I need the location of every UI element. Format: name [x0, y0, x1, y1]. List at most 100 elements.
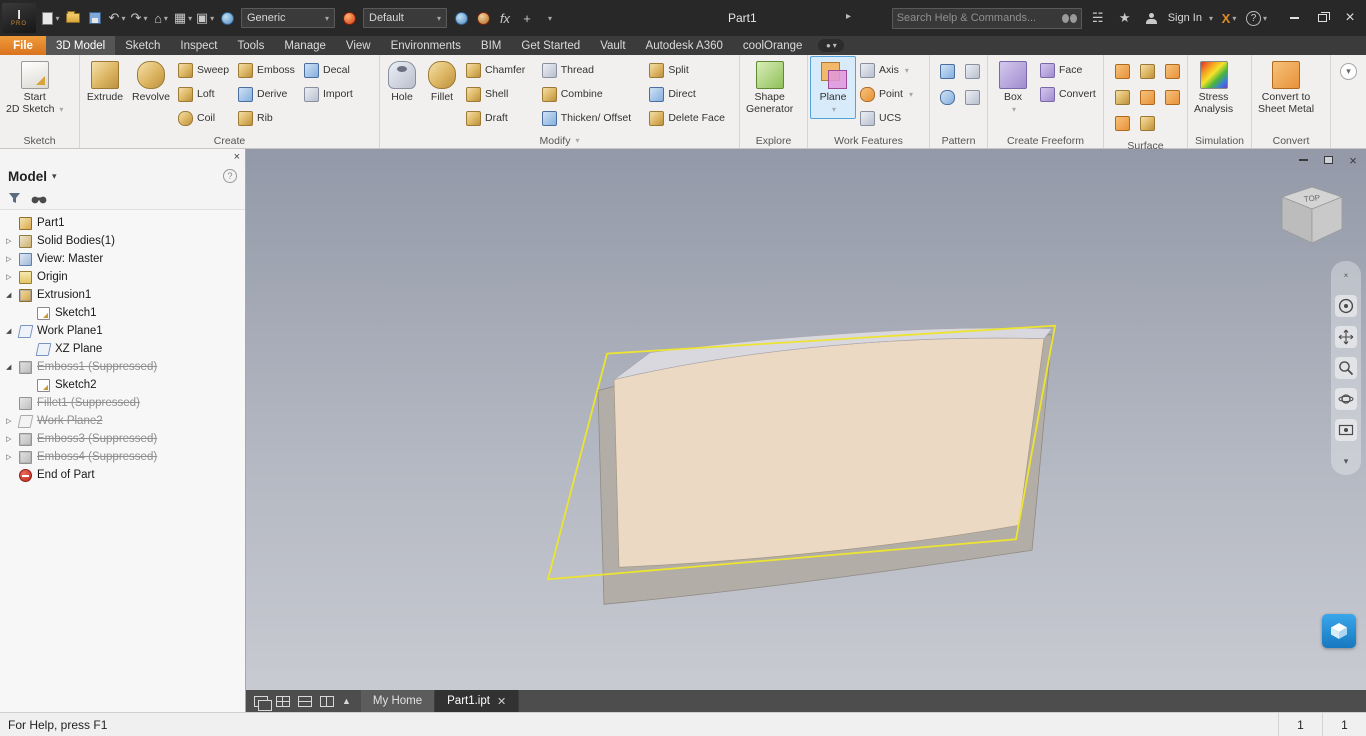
expand-arrow-icon[interactable]: ▷: [6, 435, 19, 443]
collapse-arrow-icon[interactable]: ◢: [6, 291, 19, 299]
close-window-button[interactable]: ×: [1337, 7, 1363, 29]
zoom-doc-button[interactable]: [473, 7, 493, 29]
decal-button[interactable]: Decal: [300, 58, 362, 82]
browser-panel-title[interactable]: Model: [8, 169, 47, 184]
fillet-button[interactable]: Fillet: [422, 56, 462, 106]
hole-button[interactable]: Hole: [382, 56, 422, 106]
navbar-close-button[interactable]: ×: [1335, 264, 1357, 286]
tab-autodesk-a360[interactable]: Autodesk A360: [636, 36, 733, 55]
convert-to-sheet-metal-button[interactable]: Convert to Sheet Metal: [1254, 56, 1318, 118]
appearance-select[interactable]: Default ▾: [363, 8, 447, 28]
freeform-convert-button[interactable]: Convert: [1036, 82, 1100, 106]
tab-inspect[interactable]: Inspect: [170, 36, 227, 55]
surface-tool-button[interactable]: [1114, 90, 1130, 105]
stress-analysis-button[interactable]: Stress Analysis: [1190, 56, 1237, 118]
redo-button[interactable]: ↷ ▾: [129, 7, 149, 29]
tab-tools[interactable]: Tools: [227, 36, 274, 55]
split-button[interactable]: Split: [645, 58, 737, 82]
restore-window-button[interactable]: [1309, 7, 1335, 29]
tree-item-fillet1[interactable]: Fillet1 (Suppressed): [0, 394, 245, 412]
view-cube[interactable]: TOP: [1272, 181, 1352, 261]
start-2d-sketch-button[interactable]: Start 2D Sketch ▾: [2, 56, 67, 119]
chevron-down-icon[interactable]: ▾: [52, 171, 57, 182]
sign-in-label[interactable]: Sign In: [1168, 12, 1202, 24]
delete-face-button[interactable]: Delete Face: [645, 106, 737, 130]
save-button[interactable]: [85, 7, 105, 29]
surface-tool-button[interactable]: [1164, 90, 1180, 105]
emboss-button[interactable]: Emboss: [234, 58, 300, 82]
new-file-button[interactable]: ▾: [41, 7, 61, 29]
group-label-explore[interactable]: Explore: [740, 133, 807, 148]
help-search-box[interactable]: [891, 7, 1082, 29]
appearance-button[interactable]: [339, 7, 359, 29]
collapse-arrow-icon[interactable]: ◢: [6, 327, 19, 335]
surface-tool-button[interactable]: [1114, 64, 1130, 79]
ucs-button[interactable]: UCS: [856, 106, 920, 130]
circular-pattern-button[interactable]: [939, 90, 955, 105]
tree-item-work-plane1[interactable]: ◢ Work Plane1: [0, 322, 245, 340]
restore-document-button[interactable]: [1321, 153, 1335, 167]
browser-close-button[interactable]: ×: [234, 151, 240, 163]
tab-environments[interactable]: Environments: [381, 36, 471, 55]
surface-tool-button[interactable]: [1114, 116, 1130, 131]
add-quick-access-button[interactable]: +: [517, 7, 537, 29]
thread-button[interactable]: Thread: [538, 58, 646, 82]
coil-button[interactable]: Coil: [174, 106, 234, 130]
measure-button[interactable]: ▣ ▾: [195, 7, 215, 29]
tree-item-solid-bodies[interactable]: ▷ Solid Bodies(1): [0, 232, 245, 250]
shell-button[interactable]: Shell: [462, 82, 538, 106]
revolve-button[interactable]: Revolve: [128, 56, 174, 106]
group-label-sketch[interactable]: Sketch: [0, 133, 79, 148]
group-label-pattern[interactable]: Pattern: [930, 133, 987, 148]
sign-in-button[interactable]: [1142, 7, 1162, 29]
draft-button[interactable]: Draft: [462, 106, 538, 130]
tile-windows-icon[interactable]: [276, 695, 290, 707]
look-at-button[interactable]: [1335, 419, 1357, 441]
close-document-button[interactable]: ×: [1346, 153, 1360, 167]
cascade-windows-icon[interactable]: [254, 695, 272, 711]
home-button[interactable]: ⌂ ▾: [151, 7, 171, 29]
vertical-tile-icon[interactable]: [320, 695, 334, 707]
search-input[interactable]: [896, 12, 1062, 24]
tab-my-home[interactable]: My Home: [360, 690, 436, 712]
tab-part1-ipt[interactable]: Part1.ipt ✕: [435, 690, 520, 712]
expand-arrow-icon[interactable]: ▷: [6, 417, 19, 425]
browser-help-icon[interactable]: ?: [223, 169, 237, 183]
tree-item-emboss3[interactable]: ▷ Emboss3 (Suppressed): [0, 430, 245, 448]
expand-arrow-icon[interactable]: ▷: [6, 255, 19, 263]
tree-item-sketch2[interactable]: Sketch2: [0, 376, 245, 394]
rib-button[interactable]: Rib: [234, 106, 300, 130]
a360-button[interactable]: [1322, 614, 1356, 648]
group-label-create-freeform[interactable]: Create Freeform: [988, 133, 1103, 148]
open-button[interactable]: [63, 7, 83, 29]
quick-access-options-button[interactable]: ▾: [539, 7, 559, 29]
minimize-window-button[interactable]: [1281, 7, 1307, 29]
tab-manage[interactable]: Manage: [274, 36, 336, 55]
tab-3d-model[interactable]: 3D Model: [46, 36, 116, 55]
tree-item-extrusion1[interactable]: ◢ Extrusion1: [0, 286, 245, 304]
expand-arrow-icon[interactable]: ▷: [6, 273, 19, 281]
tree-item-emboss1[interactable]: ◢ Emboss1 (Suppressed): [0, 358, 245, 376]
navbar-options-button[interactable]: ▾: [1335, 450, 1357, 472]
material-select[interactable]: Generic ▾: [241, 8, 335, 28]
exchange-apps-button[interactable]: X ▾: [1219, 7, 1239, 29]
tab-get-started[interactable]: Get Started: [511, 36, 590, 55]
render-button[interactable]: ▦ ▾: [173, 7, 193, 29]
group-label-modify[interactable]: Modify ▾: [380, 133, 739, 148]
tab-sketch[interactable]: Sketch: [115, 36, 170, 55]
3d-viewport[interactable]: × TOP × ▾ ▲ My Home Part1.ipt ✕: [246, 149, 1366, 712]
help-button[interactable]: ? ▾: [1245, 7, 1267, 29]
tree-item-view-master[interactable]: ▷ View: Master: [0, 250, 245, 268]
parameters-button[interactable]: fx: [495, 7, 515, 29]
tree-item-emboss4[interactable]: ▷ Emboss4 (Suppressed): [0, 448, 245, 466]
communication-center-button[interactable]: ☵: [1088, 7, 1108, 29]
horizontal-tile-icon[interactable]: [298, 695, 312, 707]
surface-tool-button[interactable]: [1139, 116, 1155, 131]
ribbon-appearance-button[interactable]: ▾: [1331, 55, 1366, 148]
plane-button[interactable]: Plane ▾: [810, 56, 856, 119]
combine-button[interactable]: Combine: [538, 82, 646, 106]
tab-bim[interactable]: BIM: [471, 36, 511, 55]
tree-item-work-plane2[interactable]: ▷ Work Plane2: [0, 412, 245, 430]
model-canvas[interactable]: [246, 149, 1366, 712]
group-label-work-features[interactable]: Work Features: [808, 133, 929, 148]
